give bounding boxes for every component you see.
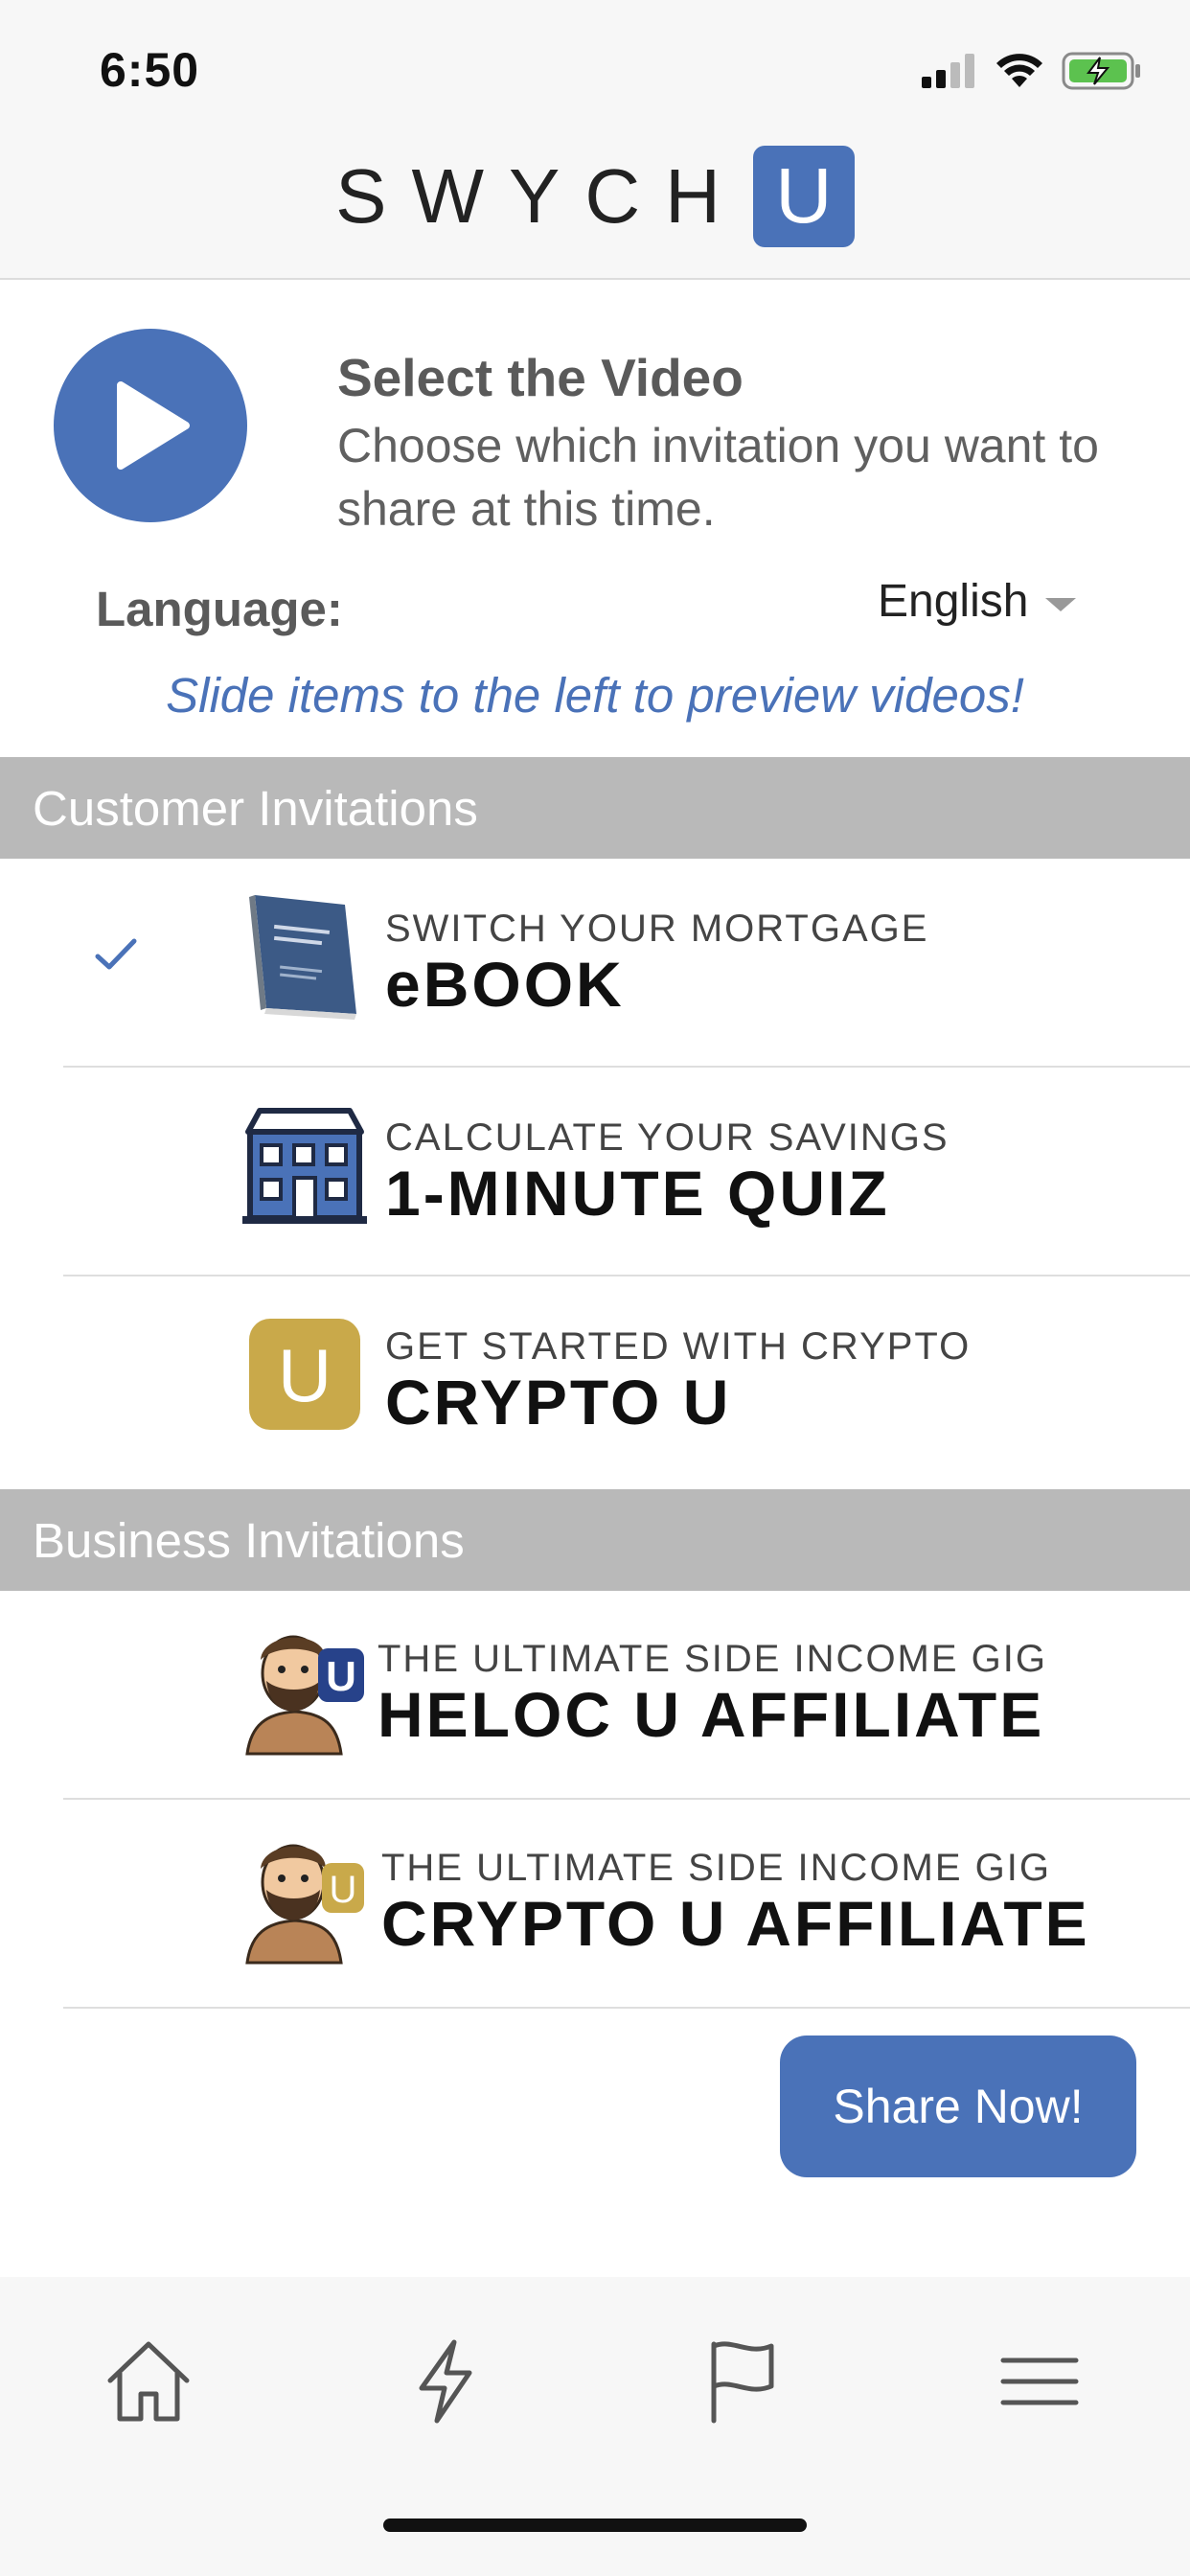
home-icon <box>107 2341 190 2422</box>
app-header: 6:50 SWYCH U <box>0 0 1190 280</box>
cellular-signal-icon <box>922 54 977 93</box>
logo-text: SWYCH <box>335 153 745 239</box>
item-title: HELOC U AFFILIATE <box>378 1679 1045 1750</box>
caveman-crypto-icon: U <box>238 1830 372 1965</box>
item-subtitle: GET STARTED WITH CRYPTO <box>385 1325 972 1368</box>
menu-icon <box>1000 2358 1079 2405</box>
share-now-button[interactable]: Share Now! <box>780 2036 1136 2177</box>
item-title: CRYPTO U <box>385 1367 732 1438</box>
nav-goals[interactable] <box>690 2329 795 2434</box>
intro-description: Choose which invitation you want to shar… <box>337 419 1099 536</box>
wifi-icon <box>995 53 1044 94</box>
lightning-icon <box>419 2339 472 2424</box>
list-item-ebook[interactable]: SWITCH YOUR MORTGAGE eBOOK <box>0 859 1190 1068</box>
language-value: English <box>878 576 1029 627</box>
status-icons <box>922 52 1142 95</box>
badge-letter: U <box>330 1869 357 1911</box>
nav-activity[interactable] <box>393 2329 498 2434</box>
language-label: Language: <box>96 582 343 636</box>
item-title: eBOOK <box>385 949 625 1020</box>
nav-home[interactable] <box>96 2329 201 2434</box>
svg-text:U: U <box>278 1333 332 1417</box>
list-item-crypto-affiliate[interactable]: U THE ULTIMATE SIDE INCOME GIG CRYPTO U … <box>0 1800 1190 2009</box>
list-item-heloc-affiliate[interactable]: U THE ULTIMATE SIDE INCOME GIG HELOC U A… <box>0 1591 1190 1800</box>
item-subtitle: THE ULTIMATE SIDE INCOME GIG <box>381 1847 1052 1889</box>
list-item-quiz[interactable]: CALCULATE YOUR SAVINGS 1-MINUTE QUIZ <box>0 1068 1190 1276</box>
section-header-customer: Customer Invitations <box>0 757 1190 859</box>
item-subtitle: SWITCH YOUR MORTGAGE <box>385 908 929 950</box>
item-title: 1-MINUTE QUIZ <box>385 1158 890 1229</box>
list-item-crypto-u[interactable]: U GET STARTED WITH CRYPTO CRYPTO U <box>0 1276 1190 1485</box>
caveman-heloc-icon: U <box>238 1622 372 1756</box>
divider <box>63 2007 1190 2009</box>
play-video-button[interactable] <box>54 329 247 522</box>
section-header-business: Business Invitations <box>0 1489 1190 1591</box>
crypto-u-badge-icon: U <box>238 1307 372 1441</box>
preview-hint: Slide items to the left to preview video… <box>166 668 1024 723</box>
home-indicator <box>383 2518 807 2532</box>
swych-u-logo: SWYCH U <box>0 146 1190 247</box>
play-icon <box>117 381 190 470</box>
intro-title: Select the Video <box>337 348 744 407</box>
status-time: 6:50 <box>100 43 200 97</box>
chevron-down-icon <box>1045 597 1077 611</box>
flag-icon <box>711 2341 774 2424</box>
checkmark-icon <box>94 935 138 978</box>
battery-icon <box>1062 52 1142 95</box>
item-subtitle: THE ULTIMATE SIDE INCOME GIG <box>378 1638 1048 1680</box>
logo-badge: U <box>752 146 855 247</box>
ebook-cover-icon <box>238 889 372 1024</box>
item-subtitle: CALCULATE YOUR SAVINGS <box>385 1116 950 1159</box>
badge-letter: U <box>326 1653 356 1700</box>
nav-menu[interactable] <box>987 2329 1092 2434</box>
language-select[interactable]: English <box>878 575 1077 628</box>
house-icon <box>238 1098 372 1232</box>
item-title: CRYPTO U AFFILIATE <box>381 1888 1090 1959</box>
